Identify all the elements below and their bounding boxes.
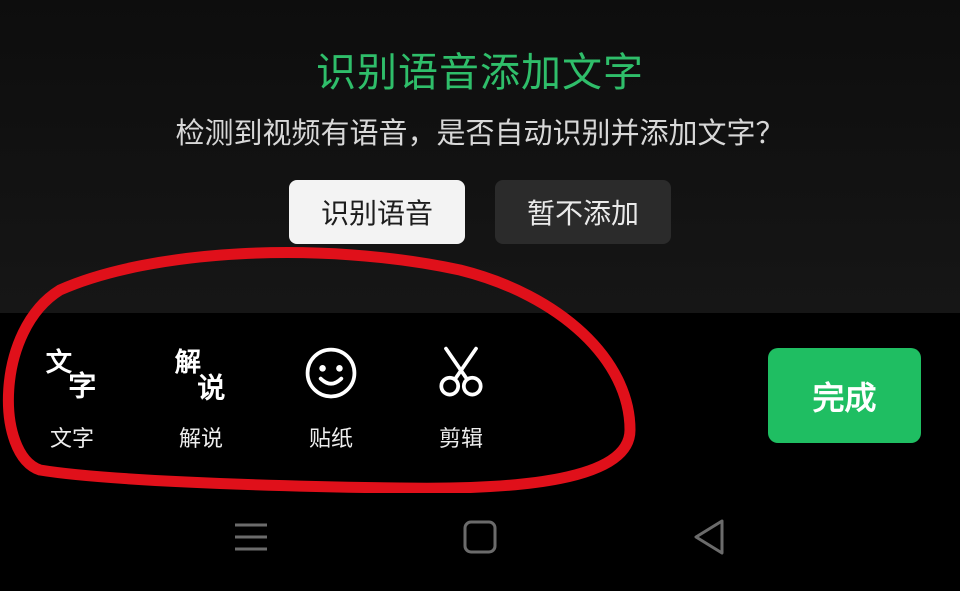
toolbar-item-label: 文字 (49, 427, 94, 452)
recognize-speech-button[interactable]: 识别语音 (289, 180, 465, 244)
speech-recognition-prompt: 识别语音添加文字 检测到视频有语音，是否自动识别并添加文字？ 识别语音 暂不添加 (0, 0, 960, 313)
skip-button[interactable]: 暂不添加 (495, 180, 671, 244)
scissors-icon (439, 346, 483, 397)
toolbar-item-label: 解说 (178, 427, 223, 452)
home-icon[interactable] (456, 513, 504, 561)
toolbar-item-text[interactable]: 文 字 文字 (12, 343, 132, 453)
toolbar-item-narration[interactable]: 解 说 解说 (141, 343, 261, 453)
system-nav-bar (0, 493, 960, 591)
done-button[interactable]: 完成 (768, 348, 921, 443)
smiley-icon (305, 347, 357, 399)
svg-text:说: 说 (197, 371, 225, 403)
toolbar-item-label: 贴纸 (308, 427, 353, 452)
svg-text:字: 字 (68, 370, 96, 403)
toolbar-item-cut[interactable]: 剪辑 (401, 343, 521, 453)
back-icon[interactable] (686, 513, 734, 561)
toolbar-item-sticker[interactable]: 贴纸 (271, 343, 391, 453)
prompt-subtitle: 检测到视频有语音，是否自动识别并添加文字？ (175, 116, 785, 150)
narration-icon: 解 说 (175, 348, 226, 403)
prompt-title: 识别语音添加文字 (316, 50, 644, 96)
text-icon: 文 字 (46, 347, 97, 403)
toolbar-item-label: 剪辑 (438, 427, 483, 452)
menu-icon[interactable] (227, 513, 275, 561)
